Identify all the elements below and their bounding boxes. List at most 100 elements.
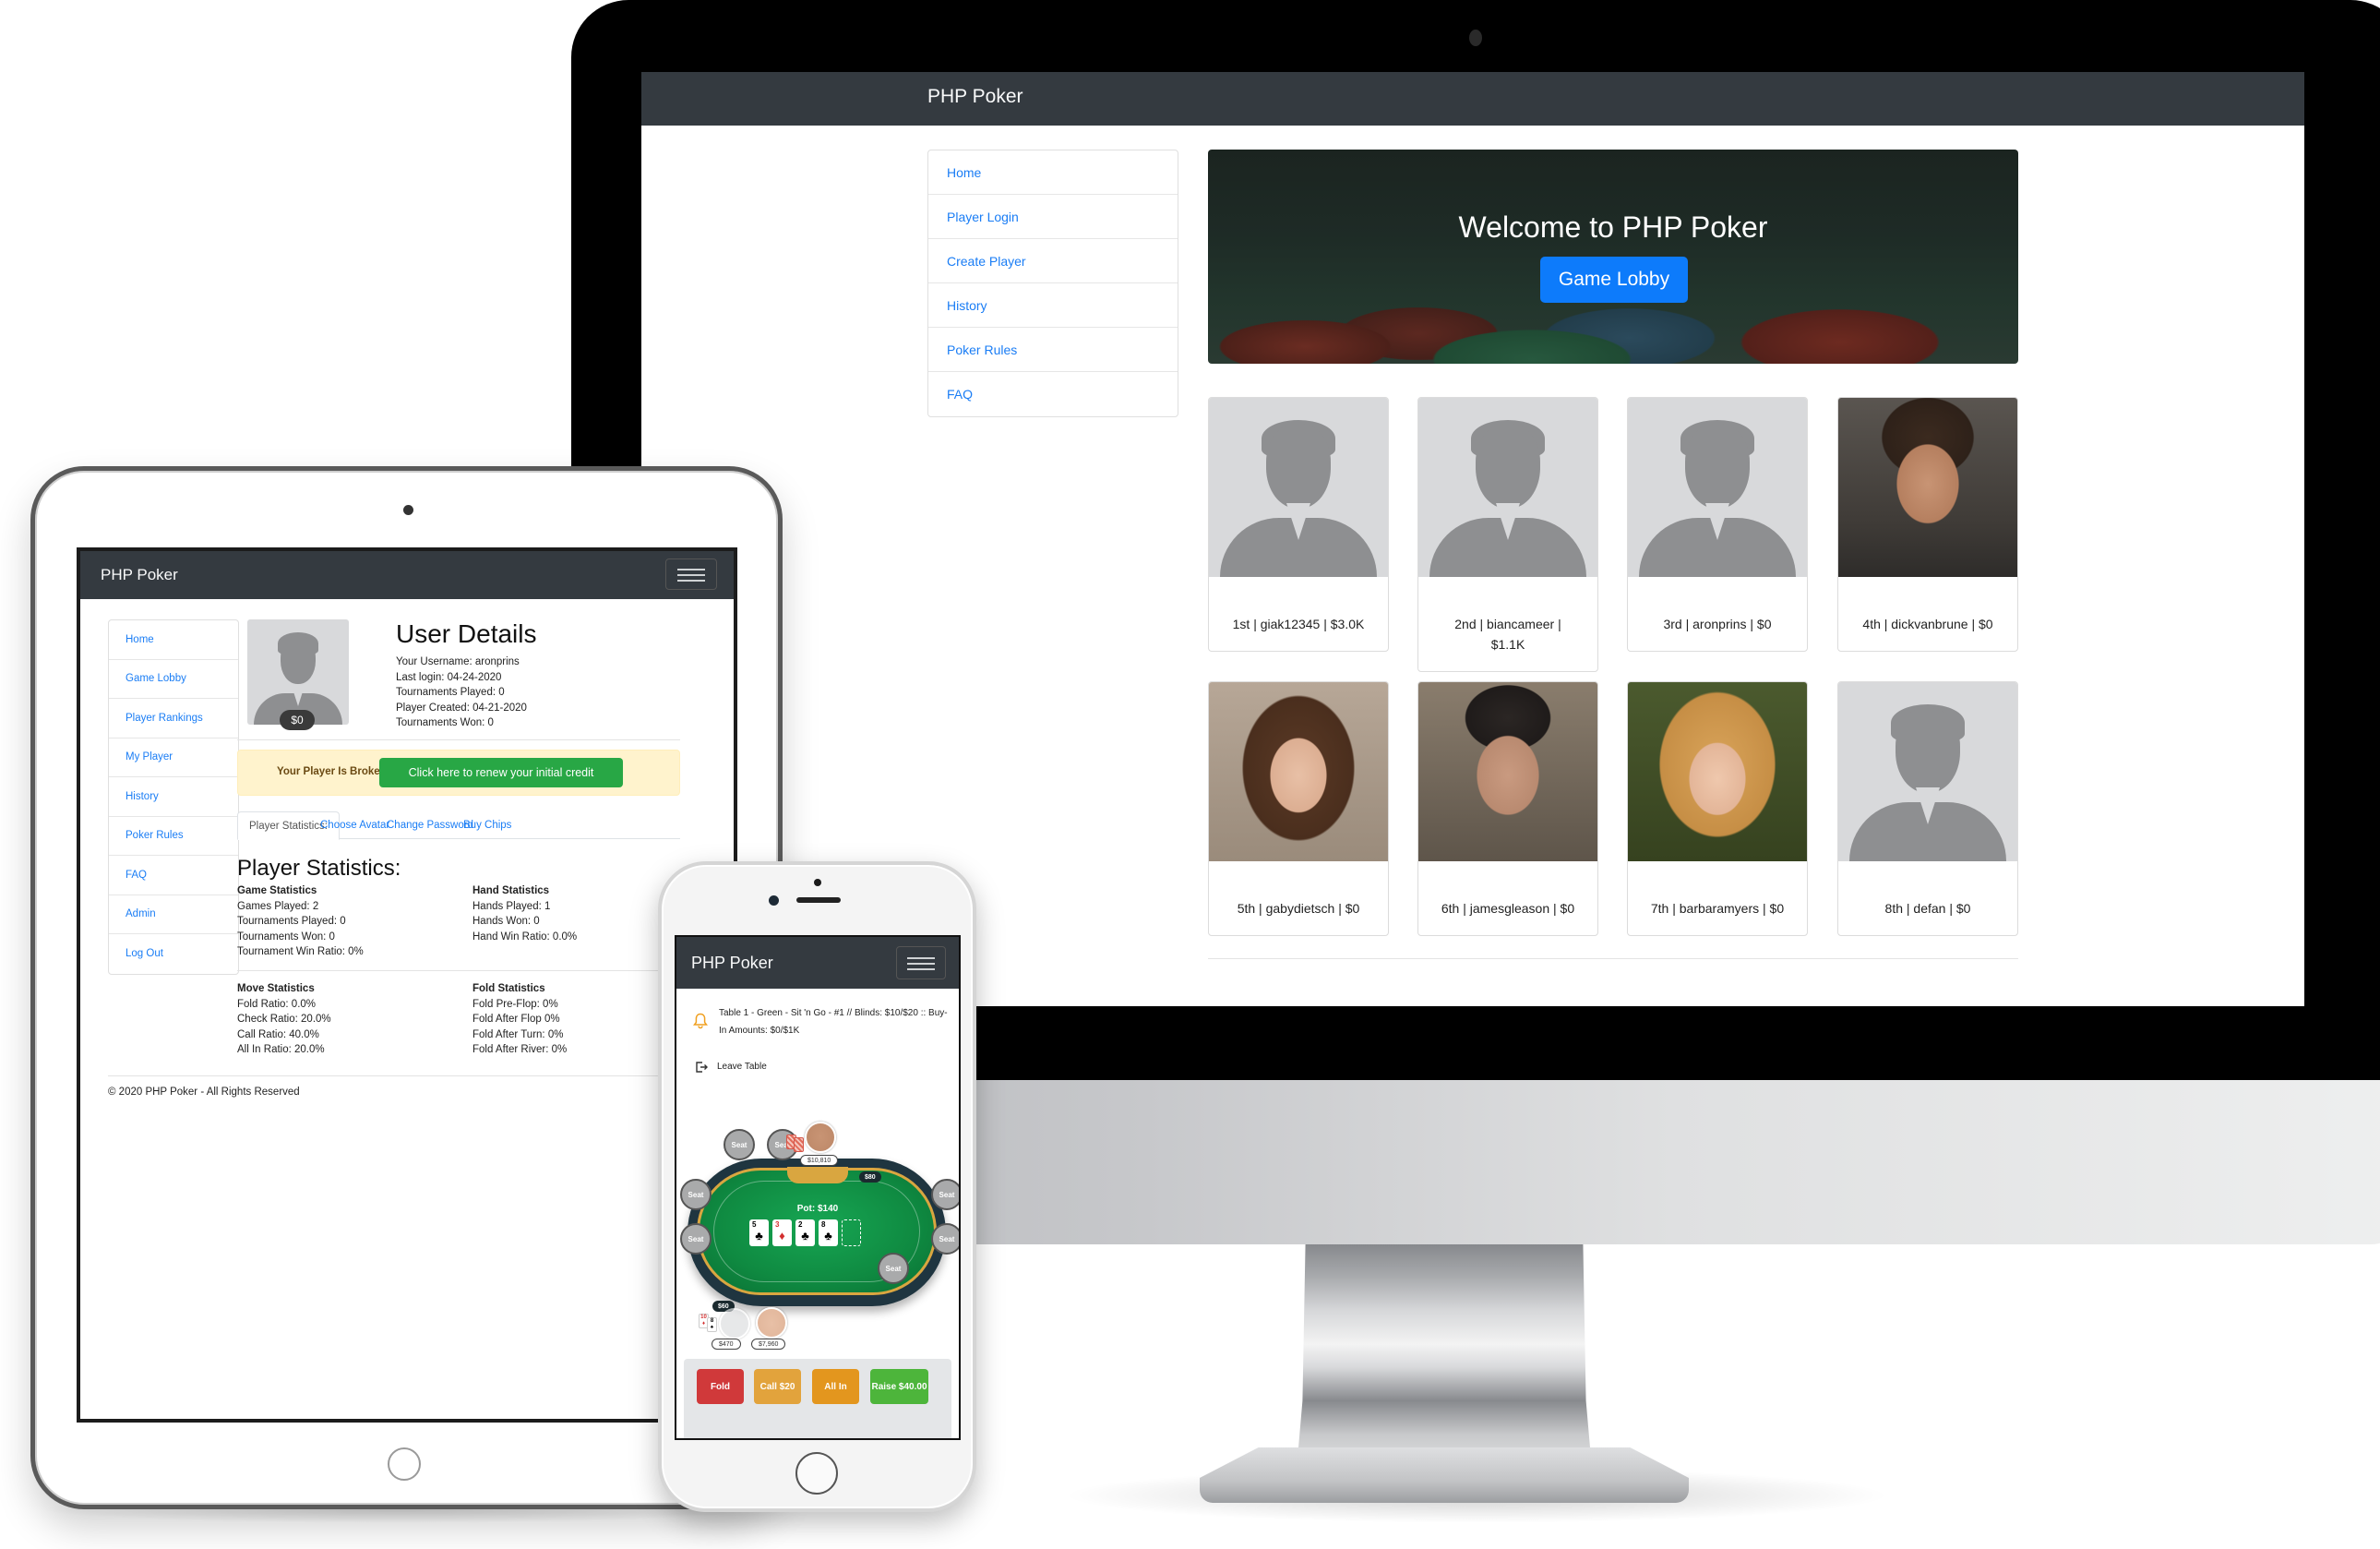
- player-card[interactable]: 3rd | aronprins | $0: [1627, 397, 1808, 652]
- player-stack: $470: [712, 1339, 741, 1350]
- game-statistics: Game Statistics Games Played: 2 Tourname…: [237, 883, 364, 960]
- tab-buy-chips[interactable]: Buy Chips: [452, 811, 522, 839]
- brand-link[interactable]: PHP Poker: [927, 86, 1023, 108]
- footer-divider: [1208, 958, 2018, 959]
- move-statistics: Move Statistics Fold Ratio: 0.0% Check R…: [237, 981, 331, 1058]
- card-rank: 8: [710, 1318, 714, 1324]
- stat-line: Fold Pre-Flop: 0%: [472, 998, 558, 1010]
- chip-rack: [787, 1167, 848, 1183]
- player-card[interactable]: 8th | defan | $0: [1837, 681, 2018, 936]
- community-card: 5 ♣: [749, 1219, 769, 1246]
- player-card[interactable]: 4th | dickvanbrune | $0: [1837, 397, 2018, 652]
- player-photo: [1418, 682, 1597, 861]
- empty-seat[interactable]: Seat: [680, 1179, 712, 1210]
- phone-speaker: [796, 897, 841, 903]
- player-caption: 1st | giak12345 | $3.0K: [1232, 617, 1365, 631]
- nav-item-faq[interactable]: FAQ: [109, 856, 238, 895]
- nav-item-faq[interactable]: FAQ: [928, 372, 1178, 416]
- user-info: Your Username: aronprins Last login: 04-…: [396, 654, 527, 731]
- nav-item-history[interactable]: History: [109, 777, 238, 817]
- default-avatar-icon: [1209, 398, 1388, 577]
- nav-item-log-out[interactable]: Log Out: [109, 934, 238, 974]
- diamond-suit-icon: ♦: [779, 1229, 785, 1243]
- hole-card: 8 ♠: [707, 1317, 717, 1332]
- monitor-camera: [1469, 30, 1482, 46]
- phone-sensor: [814, 879, 821, 886]
- brand-link[interactable]: PHP Poker: [691, 954, 773, 973]
- broke-alert-text: Your Player Is Broke!!: [277, 766, 388, 777]
- hand-statistics: Hand Statistics Hands Played: 1 Hands Wo…: [472, 883, 577, 944]
- stat-line: Hand Win Ratio: 0.0%: [472, 931, 578, 943]
- game-statistics-title: Game Statistics: [237, 885, 317, 896]
- tablet-home-button[interactable]: [388, 1447, 421, 1481]
- user-details-title: User Details: [396, 619, 537, 648]
- bell-icon: [692, 1013, 709, 1029]
- empty-card-slot: [842, 1219, 861, 1246]
- tablet-camera: [403, 505, 413, 515]
- club-suit-icon: ♣: [824, 1229, 832, 1243]
- desktop-navbar: PHP Poker: [641, 72, 2304, 126]
- raise-button[interactable]: Raise $40.00: [870, 1369, 928, 1404]
- move-statistics-title: Move Statistics: [237, 983, 315, 994]
- phone-home-button[interactable]: [795, 1452, 838, 1495]
- hamburger-menu-icon[interactable]: [665, 558, 717, 590]
- player-card[interactable]: 7th | barbaramyers | $0: [1627, 681, 1808, 936]
- table-info: Table 1 - Green - Sit 'n Go - #1 // Blin…: [719, 1008, 948, 1036]
- player-card[interactable]: 1st | giak12345 | $3.0K: [1208, 397, 1389, 652]
- stat-line: Tournaments Won: 0: [237, 931, 335, 943]
- nav-item-history[interactable]: History: [928, 283, 1178, 328]
- card-rank: 2: [798, 1220, 803, 1229]
- empty-seat[interactable]: Seat: [878, 1253, 909, 1284]
- footer-divider: [108, 1075, 699, 1076]
- nav-item-player-login[interactable]: Player Login: [928, 195, 1178, 239]
- nav-item-player-rankings[interactable]: Player Rankings: [109, 699, 238, 738]
- brand-link[interactable]: PHP Poker: [101, 566, 178, 584]
- tablet-footer: © 2020 PHP Poker - All Rights Reserved: [108, 1087, 300, 1098]
- empty-seat[interactable]: Seat: [724, 1129, 755, 1160]
- stat-line: Tournaments Played: 0: [237, 916, 346, 927]
- player-caption: 6th | jamesgleason | $0: [1441, 901, 1575, 916]
- player-caption: 5th | gabydietsch | $0: [1237, 901, 1360, 916]
- nav-item-poker-rules[interactable]: Poker Rules: [928, 328, 1178, 372]
- profile-tabs: Player Statistics: Choose Avatar Change …: [237, 811, 680, 840]
- game-lobby-button[interactable]: Game Lobby: [1540, 257, 1688, 303]
- player-card[interactable]: 2nd | biancameer | $1.1K: [1417, 397, 1598, 672]
- nav-item-poker-rules[interactable]: Poker Rules: [109, 817, 238, 856]
- welcome-title: Welcome to PHP Poker: [1458, 210, 1768, 244]
- stat-line: All In Ratio: 20.0%: [237, 1044, 325, 1055]
- diamond-suit-icon: ♦: [701, 1321, 706, 1327]
- empty-seat[interactable]: Seat: [931, 1223, 959, 1255]
- fold-statistics: Fold Statistics Fold Pre-Flop: 0% Fold A…: [472, 981, 567, 1058]
- all-in-button[interactable]: All In: [812, 1369, 859, 1404]
- default-avatar-icon: [1628, 398, 1807, 577]
- empty-seat[interactable]: Seat: [680, 1223, 712, 1255]
- nav-item-my-player[interactable]: My Player: [109, 738, 238, 777]
- nav-item-game-lobby[interactable]: Game Lobby: [109, 660, 238, 699]
- nav-item-home[interactable]: Home: [928, 150, 1178, 195]
- nav-item-home[interactable]: Home: [109, 620, 238, 660]
- nav-item-create-player[interactable]: Create Player: [928, 239, 1178, 283]
- empty-seat[interactable]: Seat: [931, 1179, 959, 1210]
- desktop-sidebar-nav: Home Player Login Create Player History …: [927, 150, 1178, 417]
- stat-line: Fold Ratio: 0.0%: [237, 998, 317, 1010]
- nav-item-admin[interactable]: Admin: [109, 895, 238, 934]
- exit-icon[interactable]: [695, 1061, 708, 1076]
- player-card[interactable]: 5th | gabydietsch | $0: [1208, 681, 1389, 936]
- tablet-navbar: PHP Poker: [80, 551, 734, 599]
- hamburger-menu-icon[interactable]: [896, 946, 946, 979]
- monitor-stand: [1297, 1243, 1592, 1469]
- club-suit-icon: ♣: [755, 1229, 763, 1243]
- stat-line: Games Played: 2: [237, 900, 319, 912]
- stat-line: Hands Won: 0: [472, 916, 540, 927]
- fold-button[interactable]: Fold: [697, 1369, 744, 1404]
- call-button[interactable]: Call $20: [754, 1369, 801, 1404]
- player-avatar: [719, 1308, 750, 1339]
- player-card[interactable]: 6th | jamesgleason | $0: [1417, 681, 1598, 936]
- leave-table-link[interactable]: Leave Table: [717, 1062, 767, 1072]
- renew-credit-button[interactable]: Click here to renew your initial credit: [379, 758, 623, 787]
- broke-alert: Your Player Is Broke!! Click here to ren…: [237, 750, 680, 796]
- player-avatar: [756, 1307, 787, 1339]
- last-login-line: Last login: 04-24-2020: [396, 671, 502, 683]
- player-avatar: [805, 1122, 836, 1153]
- stat-line: Fold After Flop 0%: [472, 1014, 560, 1025]
